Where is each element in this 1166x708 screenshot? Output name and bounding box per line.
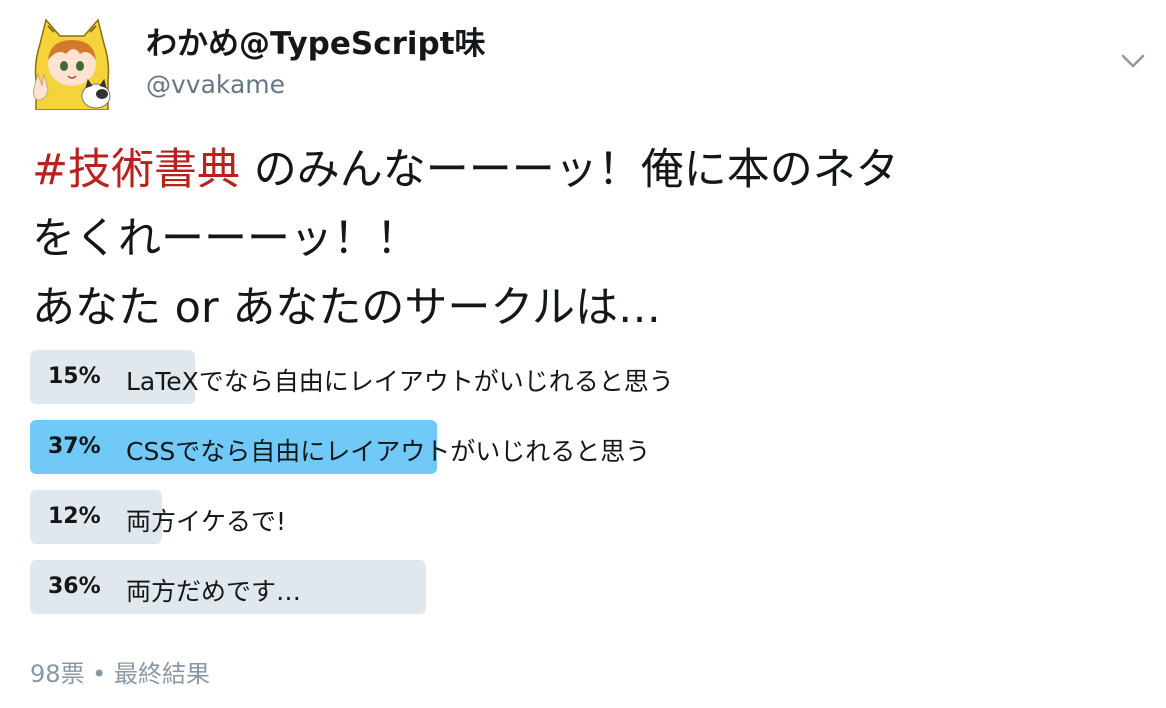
poll-option-percent: 37%	[48, 434, 101, 459]
avatar-icon	[33, 18, 111, 111]
poll-option-percent: 15%	[48, 364, 101, 389]
tweet-text-line-3: あなた or あなたのサークルは…	[32, 283, 662, 333]
poll: 15% LaTeXでなら自由にレイアウトがいじれると思う 37% CSSでなら自…	[30, 350, 1130, 630]
poll-option-label: 両方イケるで!	[126, 507, 287, 536]
poll-option-label: CSSでなら自由にレイアウトがいじれると思う	[126, 437, 651, 466]
poll-option-percent: 36%	[48, 574, 101, 599]
user-handle[interactable]: @vvakame	[146, 70, 285, 99]
poll-option: 37% CSSでなら自由にレイアウトがいじれると思う	[30, 420, 1130, 474]
display-name[interactable]: わかめ@TypeScript味	[146, 18, 486, 63]
tweet: わかめ@TypeScript味 @vvakame #技術書典 のみんなーーーッ！…	[0, 0, 1166, 708]
poll-option: 36% 両方だめです…	[30, 560, 1130, 614]
tweet-text-line-2: をくれーーーッ！！	[32, 214, 419, 264]
tweet-text-segment: のみんなーーーッ！俺に本のネタ	[240, 145, 899, 195]
tweet-text: #技術書典 のみんなーーーッ！俺に本のネタ をくれーーーッ！！ あなた or あ…	[32, 136, 1142, 343]
poll-option-label: LaTeXでなら自由にレイアウトがいじれると思う	[126, 367, 674, 396]
avatar[interactable]	[30, 14, 114, 111]
tweet-text-line-1: #技術書典 のみんなーーーッ！俺に本のネタ	[32, 136, 1142, 205]
poll-option-label: 両方だめです…	[126, 577, 302, 606]
chevron-down-icon[interactable]	[1116, 46, 1150, 76]
hashtag-link[interactable]: #技術書典	[32, 145, 240, 195]
poll-option-percent: 12%	[48, 504, 101, 529]
poll-option: 15% LaTeXでなら自由にレイアウトがいじれると思う	[30, 350, 1130, 404]
poll-footer: 98票 • 最終結果	[30, 660, 210, 688]
poll-option: 12% 両方イケるで!	[30, 490, 1130, 544]
